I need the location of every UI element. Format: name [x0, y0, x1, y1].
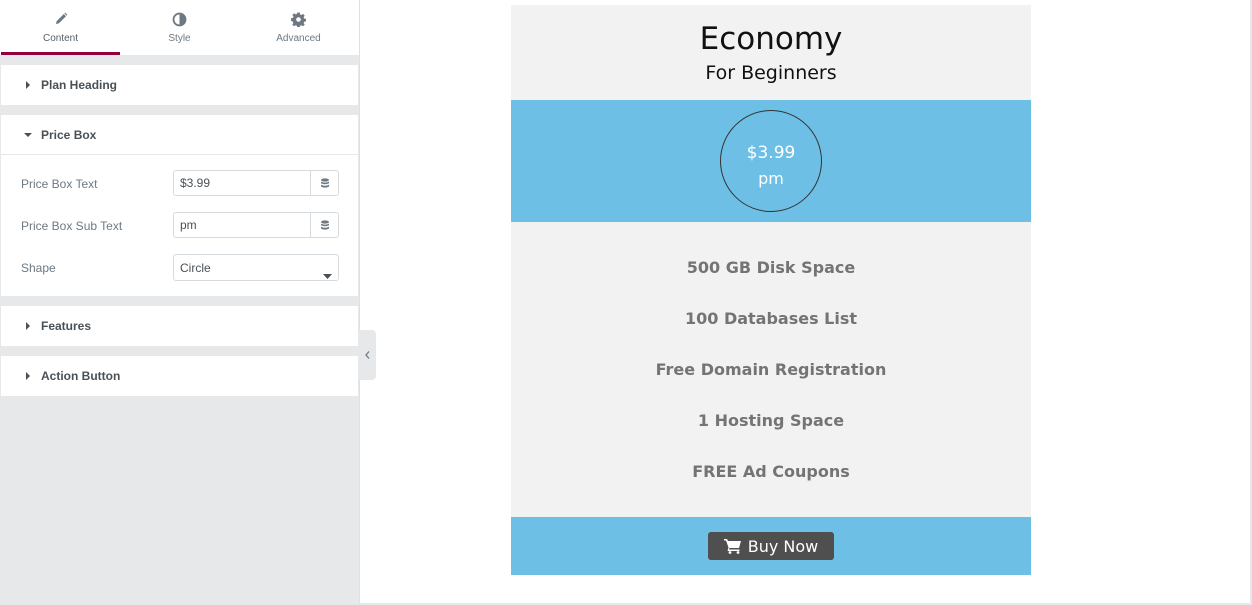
panel-divider — [359, 0, 360, 605]
buy-now-label: Buy Now — [747, 536, 819, 556]
dynamic-tags-button[interactable] — [310, 170, 339, 196]
tab-content-label: Content — [42, 33, 79, 44]
tab-content[interactable]: Content — [1, 0, 120, 55]
tab-advanced-label: Advanced — [276, 33, 321, 44]
caret-down-icon — [23, 130, 33, 140]
price-circle: $3.99 pm — [720, 110, 822, 212]
cart-icon — [723, 539, 741, 554]
editor-panel: Content Style Advanced Plan Heading Pric… — [0, 0, 359, 605]
shape-label: Shape — [21, 261, 56, 275]
pencil-icon — [1, 12, 120, 28]
button-band: Buy Now — [511, 517, 1031, 575]
gear-icon — [239, 12, 358, 28]
section-title: Action Button — [41, 369, 121, 383]
section-plan-heading[interactable]: Plan Heading — [1, 65, 358, 105]
tab-style[interactable]: Style — [120, 0, 239, 55]
active-tab-indicator — [1, 52, 120, 55]
section-features[interactable]: Features — [1, 306, 358, 346]
price-box-text-label: Price Box Text — [21, 177, 98, 191]
feature-item: FREE Ad Coupons — [692, 462, 850, 481]
chevron-left-icon — [365, 351, 370, 359]
database-icon — [320, 177, 329, 188]
tab-advanced[interactable]: Advanced — [239, 0, 358, 55]
database-icon — [320, 219, 329, 230]
price-subtext: pm — [758, 169, 784, 188]
half-circle-icon — [120, 12, 239, 28]
section-title: Plan Heading — [41, 78, 118, 92]
shape-select-value: Circle — [180, 261, 211, 275]
section-title: Price Box — [41, 128, 97, 142]
tab-style-label: Style — [168, 33, 191, 44]
price-box-text-input[interactable] — [173, 170, 311, 196]
plan-subtitle: For Beginners — [705, 62, 837, 84]
feature-item: 500 GB Disk Space — [686, 258, 856, 277]
price-box-controls: Price Box Text Price Box Sub Text Shape … — [1, 155, 358, 296]
feature-item: 100 Databases List — [684, 309, 858, 328]
price-band: $3.99 pm — [511, 100, 1031, 222]
dynamic-tags-button[interactable] — [310, 212, 339, 238]
panel-collapse-handle[interactable] — [359, 330, 376, 380]
panel-tabs: Content Style Advanced — [0, 0, 359, 55]
plan-title: Economy — [699, 21, 843, 57]
price-box-sub-text-label: Price Box Sub Text — [21, 219, 123, 233]
section-action-button[interactable]: Action Button — [1, 356, 358, 396]
section-title: Features — [41, 319, 92, 333]
caret-right-icon — [23, 371, 33, 381]
section-price-box[interactable]: Price Box — [1, 115, 358, 155]
shape-select[interactable]: Circle — [173, 254, 339, 281]
feature-item: 1 Hosting Space — [697, 411, 845, 430]
pricing-table: Economy For Beginners $3.99 pm 500 GB Di… — [511, 5, 1031, 575]
buy-now-button[interactable]: Buy Now — [708, 532, 834, 560]
feature-item: Free Domain Registration — [655, 360, 887, 379]
chevron-down-icon — [323, 266, 332, 284]
caret-right-icon — [23, 80, 33, 90]
price-text: $3.99 — [746, 143, 796, 163]
price-box-sub-text-input[interactable] — [173, 212, 311, 238]
caret-right-icon — [23, 321, 33, 331]
